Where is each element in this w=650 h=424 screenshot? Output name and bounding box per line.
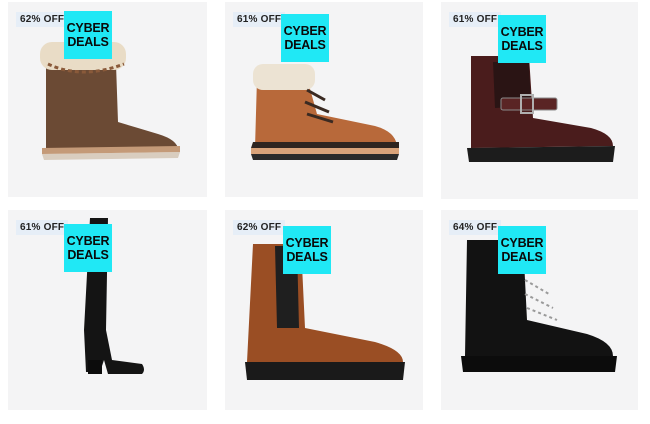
product-card[interactable]: 61% OFF CYBER DEALS <box>441 2 638 199</box>
badge-line1: CYBER <box>500 25 544 39</box>
cyber-deals-badge: CYBER DEALS <box>64 11 112 59</box>
discount-label: 61% OFF <box>233 12 286 27</box>
cyber-deals-badge: CYBER DEALS <box>498 15 546 63</box>
product-card[interactable]: 62% OFF CYBER DEALS <box>8 2 207 197</box>
badge-line1: CYBER <box>283 24 327 38</box>
discount-label: 61% OFF <box>449 12 502 27</box>
discount-label: 61% OFF <box>16 220 69 235</box>
discount-label: 62% OFF <box>233 220 286 235</box>
badge-line2: DEALS <box>501 39 543 53</box>
discount-label: 64% OFF <box>449 220 502 235</box>
badge-line1: CYBER <box>500 236 544 250</box>
cyber-deals-badge: CYBER DEALS <box>64 224 112 272</box>
cyber-deals-badge: CYBER DEALS <box>281 14 329 62</box>
badge-line1: CYBER <box>66 234 110 248</box>
cyber-deals-badge: CYBER DEALS <box>498 226 546 274</box>
cyber-deals-badge: CYBER DEALS <box>283 226 331 274</box>
badge-line1: CYBER <box>66 21 110 35</box>
badge-line2: DEALS <box>67 35 109 49</box>
badge-line2: DEALS <box>286 250 328 264</box>
badge-line2: DEALS <box>67 248 109 262</box>
product-card[interactable]: 62% OFF CYBER DEALS <box>225 210 423 410</box>
discount-label: 62% OFF <box>16 12 69 27</box>
product-card[interactable]: 61% OFF CYBER DEALS <box>8 210 207 410</box>
badge-line2: DEALS <box>501 250 543 264</box>
product-card[interactable]: 61% OFF CYBER DEALS <box>225 2 423 197</box>
badge-line1: CYBER <box>285 236 329 250</box>
badge-line2: DEALS <box>284 38 326 52</box>
product-card[interactable]: 64% OFF CYBER DEALS <box>441 210 638 410</box>
